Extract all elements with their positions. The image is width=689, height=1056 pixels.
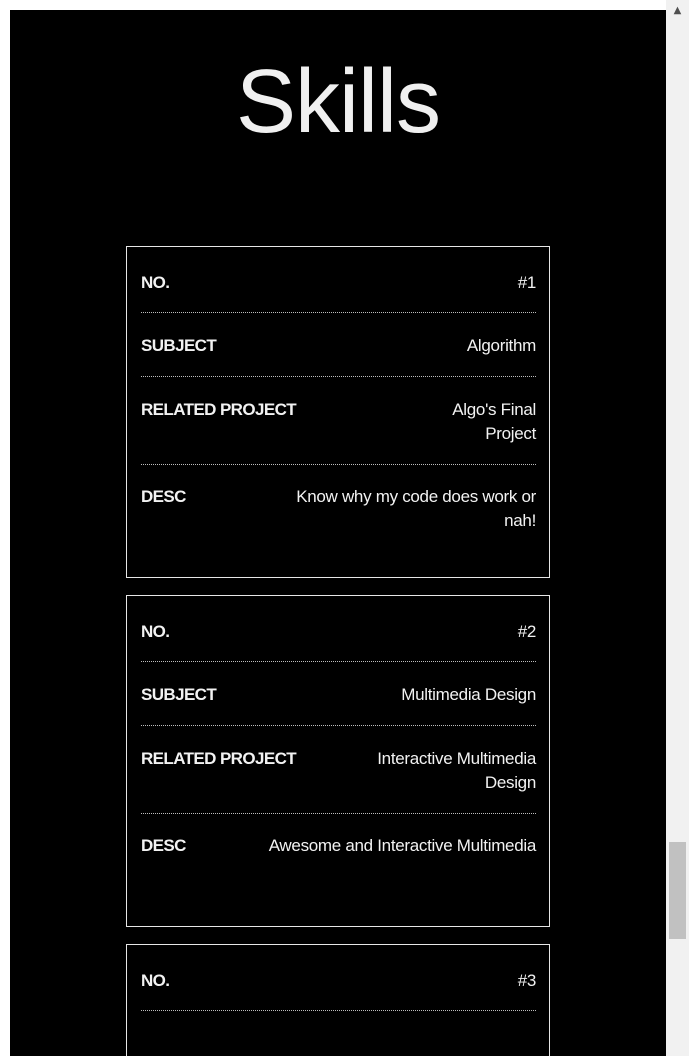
skills-list: NO. #1 SUBJECT Algorithm RELATED PROJECT…: [126, 246, 550, 1056]
number-label: NO.: [141, 273, 170, 292]
description-value: Know why my code does work or nah!: [296, 487, 536, 530]
skill-card: NO. #2 SUBJECT Multimedia Design RELATED…: [126, 595, 550, 927]
number-label: NO.: [141, 971, 170, 990]
skill-number-row: NO. #3: [141, 945, 536, 1011]
subject-value: Algorithm: [466, 336, 536, 355]
skill-description-row: DESC Know why my code does work or nah!: [141, 465, 536, 577]
number-value: #1: [517, 273, 537, 292]
skill-related-project-row: RELATED PROJECT Interactive Multimedia D…: [141, 726, 536, 814]
related-project-value: Algo's Final Project: [452, 400, 536, 443]
skill-subject-row: SUBJECT Multimedia Design: [141, 662, 536, 726]
subject-label: SUBJECT: [141, 336, 217, 355]
vertical-scrollbar[interactable]: ▲: [666, 0, 689, 1056]
related-project-label: RELATED PROJECT: [141, 400, 297, 419]
description-label: DESC: [141, 487, 186, 506]
number-label: NO.: [141, 622, 170, 641]
skill-card: NO. #1 SUBJECT Algorithm RELATED PROJECT…: [126, 246, 550, 578]
skill-subject-row: [141, 1011, 536, 1056]
skill-related-project-row: RELATED PROJECT Algo's Final Project: [141, 377, 536, 465]
related-project-value: Interactive Multimedia Design: [377, 749, 536, 792]
subject-label: SUBJECT: [141, 685, 217, 704]
number-value: #3: [517, 971, 537, 990]
skill-number-row: NO. #2: [141, 596, 536, 662]
number-value: #2: [517, 622, 537, 641]
subject-value: Multimedia Design: [401, 685, 536, 704]
page-title: Skills: [235, 52, 441, 152]
related-project-label: RELATED PROJECT: [141, 749, 297, 768]
description-value: Awesome and Interactive Multimedia: [268, 836, 537, 855]
page-viewport: Skills NO. #1 SUBJECT Algorithm RELATED …: [10, 10, 666, 1056]
skill-number-row: NO. #1: [141, 247, 536, 313]
description-label: DESC: [141, 836, 186, 855]
skill-card: NO. #3: [126, 944, 550, 1056]
skill-subject-row: SUBJECT Algorithm: [141, 313, 536, 377]
skill-description-row: DESC Awesome and Interactive Multimedia: [141, 814, 536, 926]
scrollbar-thumb[interactable]: [669, 842, 686, 939]
scroll-up-arrow-icon[interactable]: ▲: [666, 0, 689, 22]
